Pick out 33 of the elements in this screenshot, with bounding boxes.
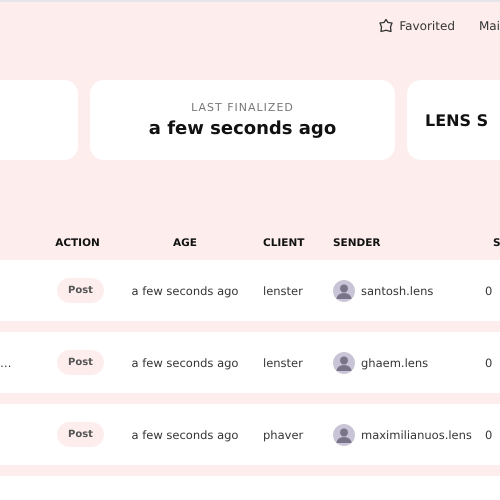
column-header: ACTION — [55, 237, 100, 249]
table-cell-text: 0 — [485, 356, 494, 370]
stat-value: LENS S — [425, 110, 488, 130]
stat-label: LAST FINALIZED — [191, 101, 294, 114]
star-icon — [378, 18, 394, 34]
table-cell-text: phaver — [262, 428, 304, 442]
action-badge: Post — [57, 278, 104, 303]
table-cell: a few seconds ago — [132, 356, 238, 370]
table-row[interactable]: Post a few seconds ago lenster santosh.lens 0 — [0, 260, 500, 321]
table-row[interactable]: … Post a few seconds ago lenster ghaem.lens 0 — [0, 332, 500, 393]
sender-link[interactable]: ghaem.lens — [361, 356, 428, 370]
avatar-icon — [333, 424, 355, 446]
nav-link[interactable]: Mai — [478, 19, 500, 33]
table-cell-text: 0 — [485, 284, 494, 298]
column-header: CLIENT — [262, 237, 306, 249]
stat-value: a few seconds ago — [148, 118, 336, 139]
avatar-icon — [333, 352, 355, 374]
table-cell-text: 0 — [485, 428, 494, 442]
nav-link[interactable]: Favorited — [399, 19, 455, 33]
column-header: AGE — [173, 237, 197, 249]
table-cell: a few seconds ago — [132, 428, 238, 442]
column-header: S — [492, 237, 500, 249]
avatar-icon — [333, 280, 355, 302]
action-badge: Post — [57, 350, 104, 375]
column-header: SENDER — [332, 237, 382, 249]
table-cell-text: lenster — [262, 284, 304, 298]
table-row[interactable]: Post a few seconds ago phaver maximilianuos.lens 0 — [0, 404, 500, 465]
table-cell-text: … — [0, 356, 12, 370]
table-cell: a few seconds ago — [132, 284, 238, 298]
sender-link[interactable]: santosh.lens — [361, 284, 434, 298]
table-cell-text: lenster — [262, 356, 304, 370]
sender-link[interactable]: maximilianuos.lens — [361, 428, 472, 442]
action-badge: Post — [57, 422, 104, 447]
